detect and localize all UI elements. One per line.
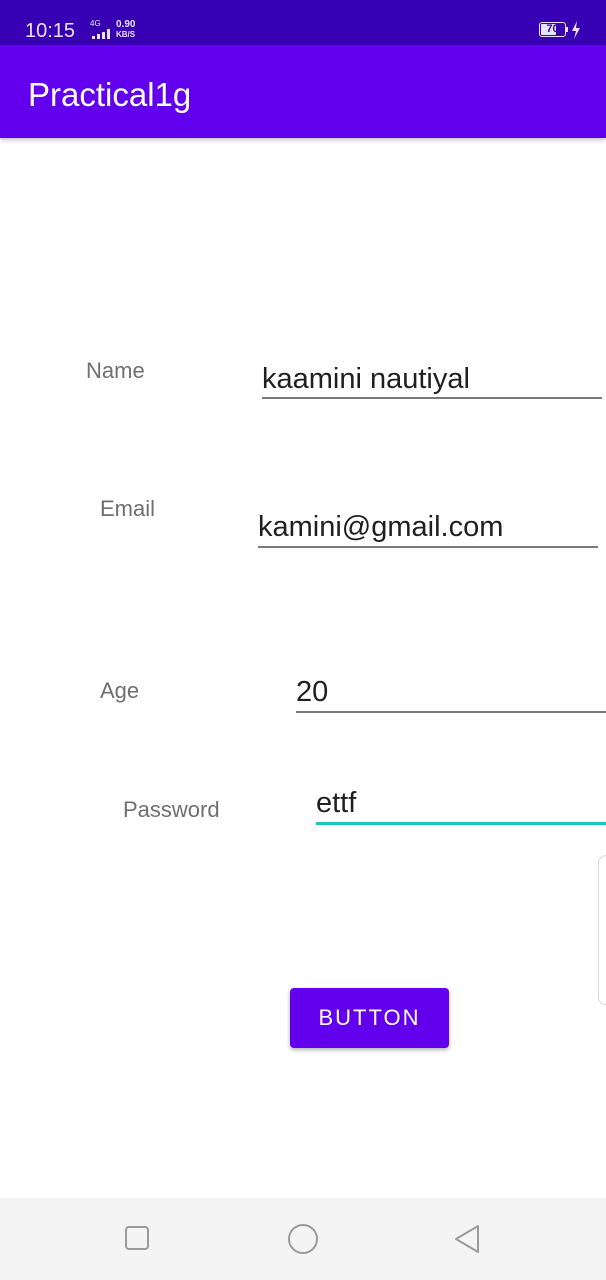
name-label: Name: [86, 358, 145, 383]
back-triangle-icon: [455, 1225, 479, 1253]
password-label: Password: [123, 797, 220, 822]
age-field[interactable]: [296, 674, 606, 713]
age-underline: [296, 711, 606, 713]
password-input[interactable]: [316, 785, 606, 821]
back-button[interactable]: [428, 1198, 508, 1280]
app-title: Practical1g: [28, 76, 192, 113]
home-button[interactable]: [263, 1198, 343, 1280]
status-time: 10:15: [25, 20, 76, 42]
battery-icon: 70: [539, 22, 566, 37]
email-label: Email: [100, 496, 156, 521]
battery-tip: [566, 27, 568, 32]
password-underline-focused: [316, 822, 606, 825]
home-circle-icon: [288, 1224, 318, 1254]
age-input[interactable]: [296, 674, 606, 710]
status-bar: 10:15 4G 0.90 KB/S 70: [0, 0, 606, 45]
age-label: Age: [100, 678, 140, 703]
recents-button[interactable]: [98, 1198, 178, 1280]
charging-bolt-icon: [572, 21, 580, 39]
email-underline: [258, 546, 598, 548]
network-type: 4G: [90, 19, 101, 28]
name-field[interactable]: [262, 361, 602, 399]
submit-button[interactable]: BUTTON: [290, 988, 449, 1048]
app-bar: Practical1g: [0, 45, 606, 138]
name-underline: [262, 397, 602, 399]
network-speed-value: 0.90: [116, 19, 136, 30]
battery-percent: 70: [546, 23, 559, 35]
name-input[interactable]: [262, 361, 602, 397]
network-speed-unit: KB/S: [116, 30, 136, 39]
password-field[interactable]: [316, 785, 606, 825]
edge-panel-handle[interactable]: [598, 855, 606, 1005]
app-screen: 10:15 4G 0.90 KB/S 70 Practical1g Name k…: [0, 0, 606, 1280]
signal-icon: 4G: [89, 20, 111, 40]
email-field[interactable]: [258, 509, 598, 548]
recents-square-icon: [125, 1226, 149, 1250]
email-input[interactable]: [258, 509, 598, 545]
network-speed: 0.90 KB/S: [116, 19, 136, 40]
navigation-bar: [0, 1198, 606, 1280]
